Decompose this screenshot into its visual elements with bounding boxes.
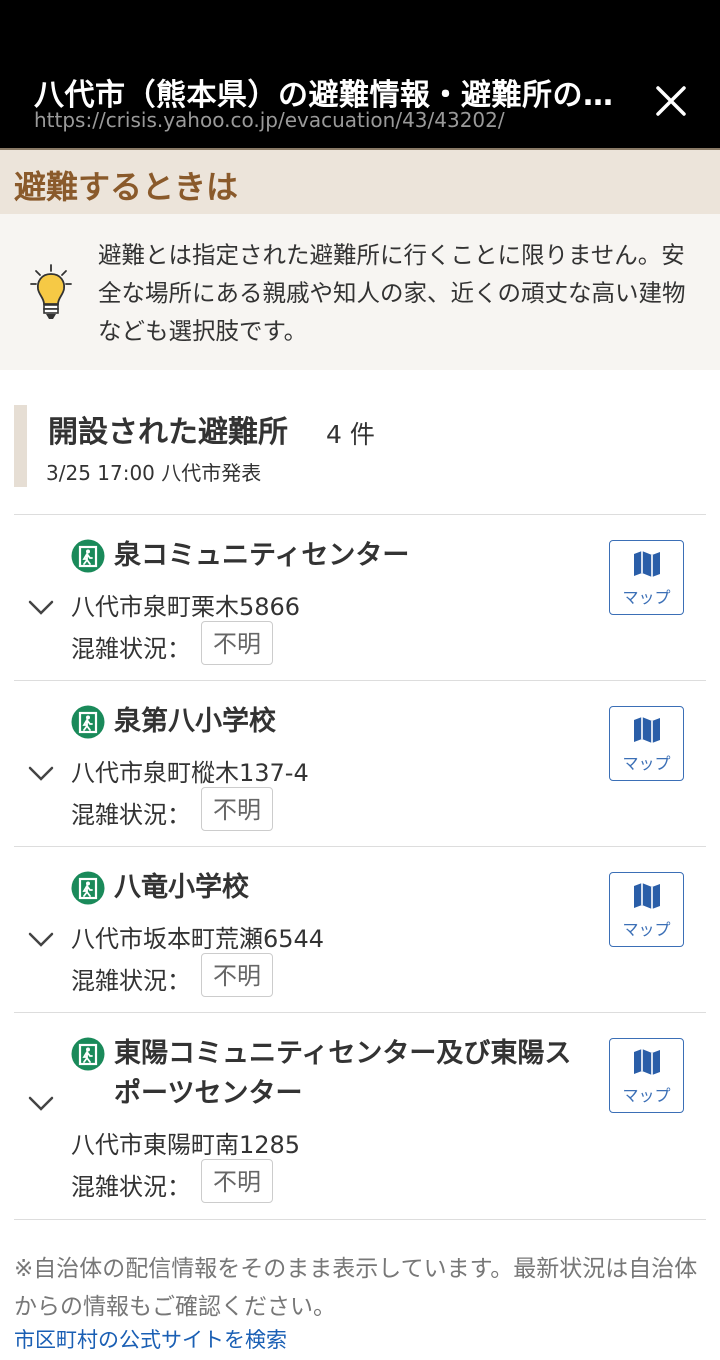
evacuation-tip: 避難とは指定された避難所に行くことに限りません。安全な場所にある親戚や知人の家、… xyxy=(0,214,720,370)
map-icon xyxy=(634,551,660,577)
shelter-item: 泉コミュニティセンター 八代市泉町栗木5866 混雑状況： 不明 マップ xyxy=(14,514,706,681)
map-button[interactable]: マップ xyxy=(609,1038,684,1113)
emergency-exit-icon xyxy=(71,705,105,739)
map-icon xyxy=(634,1049,660,1075)
shelter-count: 4 件 xyxy=(326,420,375,449)
crowd-status-label: 混雑状況： xyxy=(71,801,191,829)
chevron-down-icon[interactable] xyxy=(26,597,56,617)
map-button[interactable]: マップ xyxy=(609,706,684,781)
map-button-label: マップ xyxy=(622,588,671,607)
shelter-item: 八竜小学校 八代市坂本町荒瀬6544 混雑状況： 不明 マップ xyxy=(14,846,706,1013)
crowd-status-badge: 不明 xyxy=(201,953,273,997)
shelter-name: 八竜小学校 xyxy=(114,872,249,903)
header-accent-bar xyxy=(14,405,27,487)
section-title: 避難するときは xyxy=(14,168,239,206)
map-icon xyxy=(634,883,660,909)
announcement-date: 3/25 17:00 八代市発表 xyxy=(46,461,262,485)
close-icon[interactable] xyxy=(650,80,692,122)
shelter-item: 泉第八小学校 八代市泉町樅木137-4 混雑状況： 不明 マップ xyxy=(14,680,706,847)
list-bottom-divider xyxy=(14,1219,706,1220)
lightbulb-icon xyxy=(28,262,74,328)
disclaimer-notice: ※自治体の配信情報をそのまま表示しています。最新状況は自治体からの情報もご確認く… xyxy=(14,1256,698,1320)
map-button-label: マップ xyxy=(622,1086,671,1105)
shelter-list-header: 開設された避難所 4 件 3/25 17:00 八代市発表 xyxy=(14,405,706,487)
tip-text: 避難とは指定された避難所に行くことに限りません。安全な場所にある親戚や知人の家、… xyxy=(98,241,686,345)
chevron-down-icon[interactable] xyxy=(26,1093,56,1113)
emergency-exit-icon xyxy=(71,1037,105,1071)
shelter-address: 八代市坂本町荒瀬6544 xyxy=(71,925,325,953)
shelter-address: 八代市泉町樅木137-4 xyxy=(71,759,309,787)
map-button[interactable]: マップ xyxy=(609,872,684,947)
map-button-label: マップ xyxy=(622,754,671,773)
shelter-list-title: 開設された避難所 xyxy=(48,415,288,450)
shelter-address: 八代市泉町栗木5866 xyxy=(71,593,301,621)
map-button[interactable]: マップ xyxy=(609,540,684,615)
map-icon xyxy=(634,717,660,743)
map-button-label: マップ xyxy=(622,920,671,939)
emergency-exit-icon xyxy=(71,871,105,905)
crowd-status-badge: 不明 xyxy=(201,787,273,831)
browser-top-bar: 八代市（熊本県）の避難情報・避難所のご案内 https://crisis.yah… xyxy=(0,0,720,150)
crowd-status-label: 混雑状況： xyxy=(71,967,191,995)
shelter-name: 泉第八小学校 xyxy=(114,706,276,737)
shelter-name: 泉コミュニティセンター xyxy=(114,540,410,571)
shelter-name: 東陽コミュニティセンター及び東陽スポーツセンター xyxy=(114,1038,572,1109)
chevron-down-icon[interactable] xyxy=(26,763,56,783)
chevron-down-icon[interactable] xyxy=(26,929,56,949)
shelter-address: 八代市東陽町南1285 xyxy=(71,1131,301,1159)
section-header: 避難するときは xyxy=(0,150,720,214)
emergency-exit-icon xyxy=(71,539,105,573)
municipality-search-link[interactable]: 市区町村の公式サイトを検索 xyxy=(14,1324,287,1354)
shelter-item: 東陽コミュニティセンター及び東陽スポーツセンター 八代市東陽町南1285 混雑状… xyxy=(14,1012,706,1220)
crowd-status-label: 混雑状況： xyxy=(71,635,191,663)
crowd-status-badge: 不明 xyxy=(201,621,273,665)
page-url: https://crisis.yahoo.co.jp/evacuation/43… xyxy=(34,108,505,132)
crowd-status-badge: 不明 xyxy=(201,1159,273,1203)
crowd-status-label: 混雑状況： xyxy=(71,1173,191,1201)
